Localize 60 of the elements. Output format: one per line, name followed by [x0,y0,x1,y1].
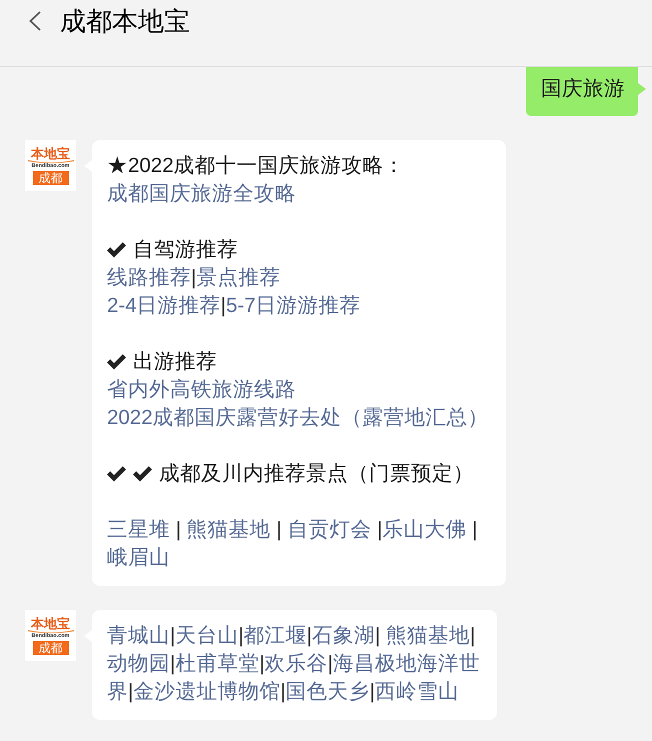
logo-text: 本地宝 [31,617,70,630]
separator: | [306,623,312,649]
swoosh-icon [28,160,74,164]
link[interactable]: 青城山 [107,622,170,650]
separator: | [280,679,286,705]
city-badge: 成都 [32,171,68,185]
separator: | [328,651,333,677]
separator: | [170,651,176,677]
back-icon[interactable] [29,11,41,31]
logo-text: 本地宝 [31,147,70,160]
message-bubble: 国庆旅游 [526,67,638,116]
link[interactable]: 2022成都国庆露营好去处（露营地汇总） [107,404,489,432]
separator: | [174,517,182,543]
city-badge: 成都 [32,641,68,655]
separator: | [220,293,226,319]
link[interactable]: 金沙遗址博物馆 [133,678,280,706]
link[interactable]: 都江堰 [244,622,307,650]
link[interactable]: 欢乐谷 [264,650,328,678]
separator: | [238,623,244,649]
separator: | [170,623,176,649]
heading-text: ★2022成都十一国庆旅游攻略： [107,153,405,179]
heading-text: 成都及川内推荐景点（门票预定） [159,461,474,487]
link[interactable]: 熊猫基地 [386,622,470,650]
check-icon [107,466,126,482]
link[interactable]: 天台山 [175,622,238,650]
separator: | [470,623,476,649]
link[interactable]: 自贡灯会 [287,516,372,544]
heading-text: 出游推荐 [133,349,217,375]
link[interactable]: 动物园 [107,650,170,678]
link[interactable]: 景点推荐 [196,264,280,292]
separator: | [370,679,375,705]
swoosh-icon [28,630,74,634]
separator: | [259,651,265,677]
link[interactable]: 杜甫草堂 [175,650,260,678]
separator: | [471,517,478,543]
separator: | [191,265,196,291]
separator: | [376,517,382,543]
separator: | [275,517,283,543]
link[interactable]: 2-4日游推荐 [107,292,221,320]
link[interactable]: 5-7日游游推荐 [226,292,361,320]
link[interactable]: 西岭雪山 [374,678,459,706]
link[interactable]: 三星堆 [107,516,170,544]
link[interactable]: 石象湖 [312,622,375,650]
link[interactable]: 乐山大佛 [382,516,466,544]
separator: | [374,623,382,649]
bubble-tail [638,83,646,95]
link[interactable]: 海昌极地海洋世 [332,650,480,678]
link[interactable]: 国色天乡 [286,678,370,706]
link[interactable]: 峨眉山 [107,544,170,572]
heading-text: 自驾游推荐 [133,237,238,263]
link[interactable]: 线路推荐 [107,264,191,292]
link[interactable]: 熊猫基地 [186,516,271,544]
separator: | [128,679,134,705]
check-icon [133,466,152,482]
link[interactable]: 界 [107,678,128,706]
link[interactable]: 省内外高铁旅游线路 [107,376,296,404]
check-icon [107,242,126,258]
check-icon [107,354,126,370]
link[interactable]: 成都国庆旅游全攻略 [107,180,296,208]
chat-title: 成都本地宝 [60,6,190,36]
